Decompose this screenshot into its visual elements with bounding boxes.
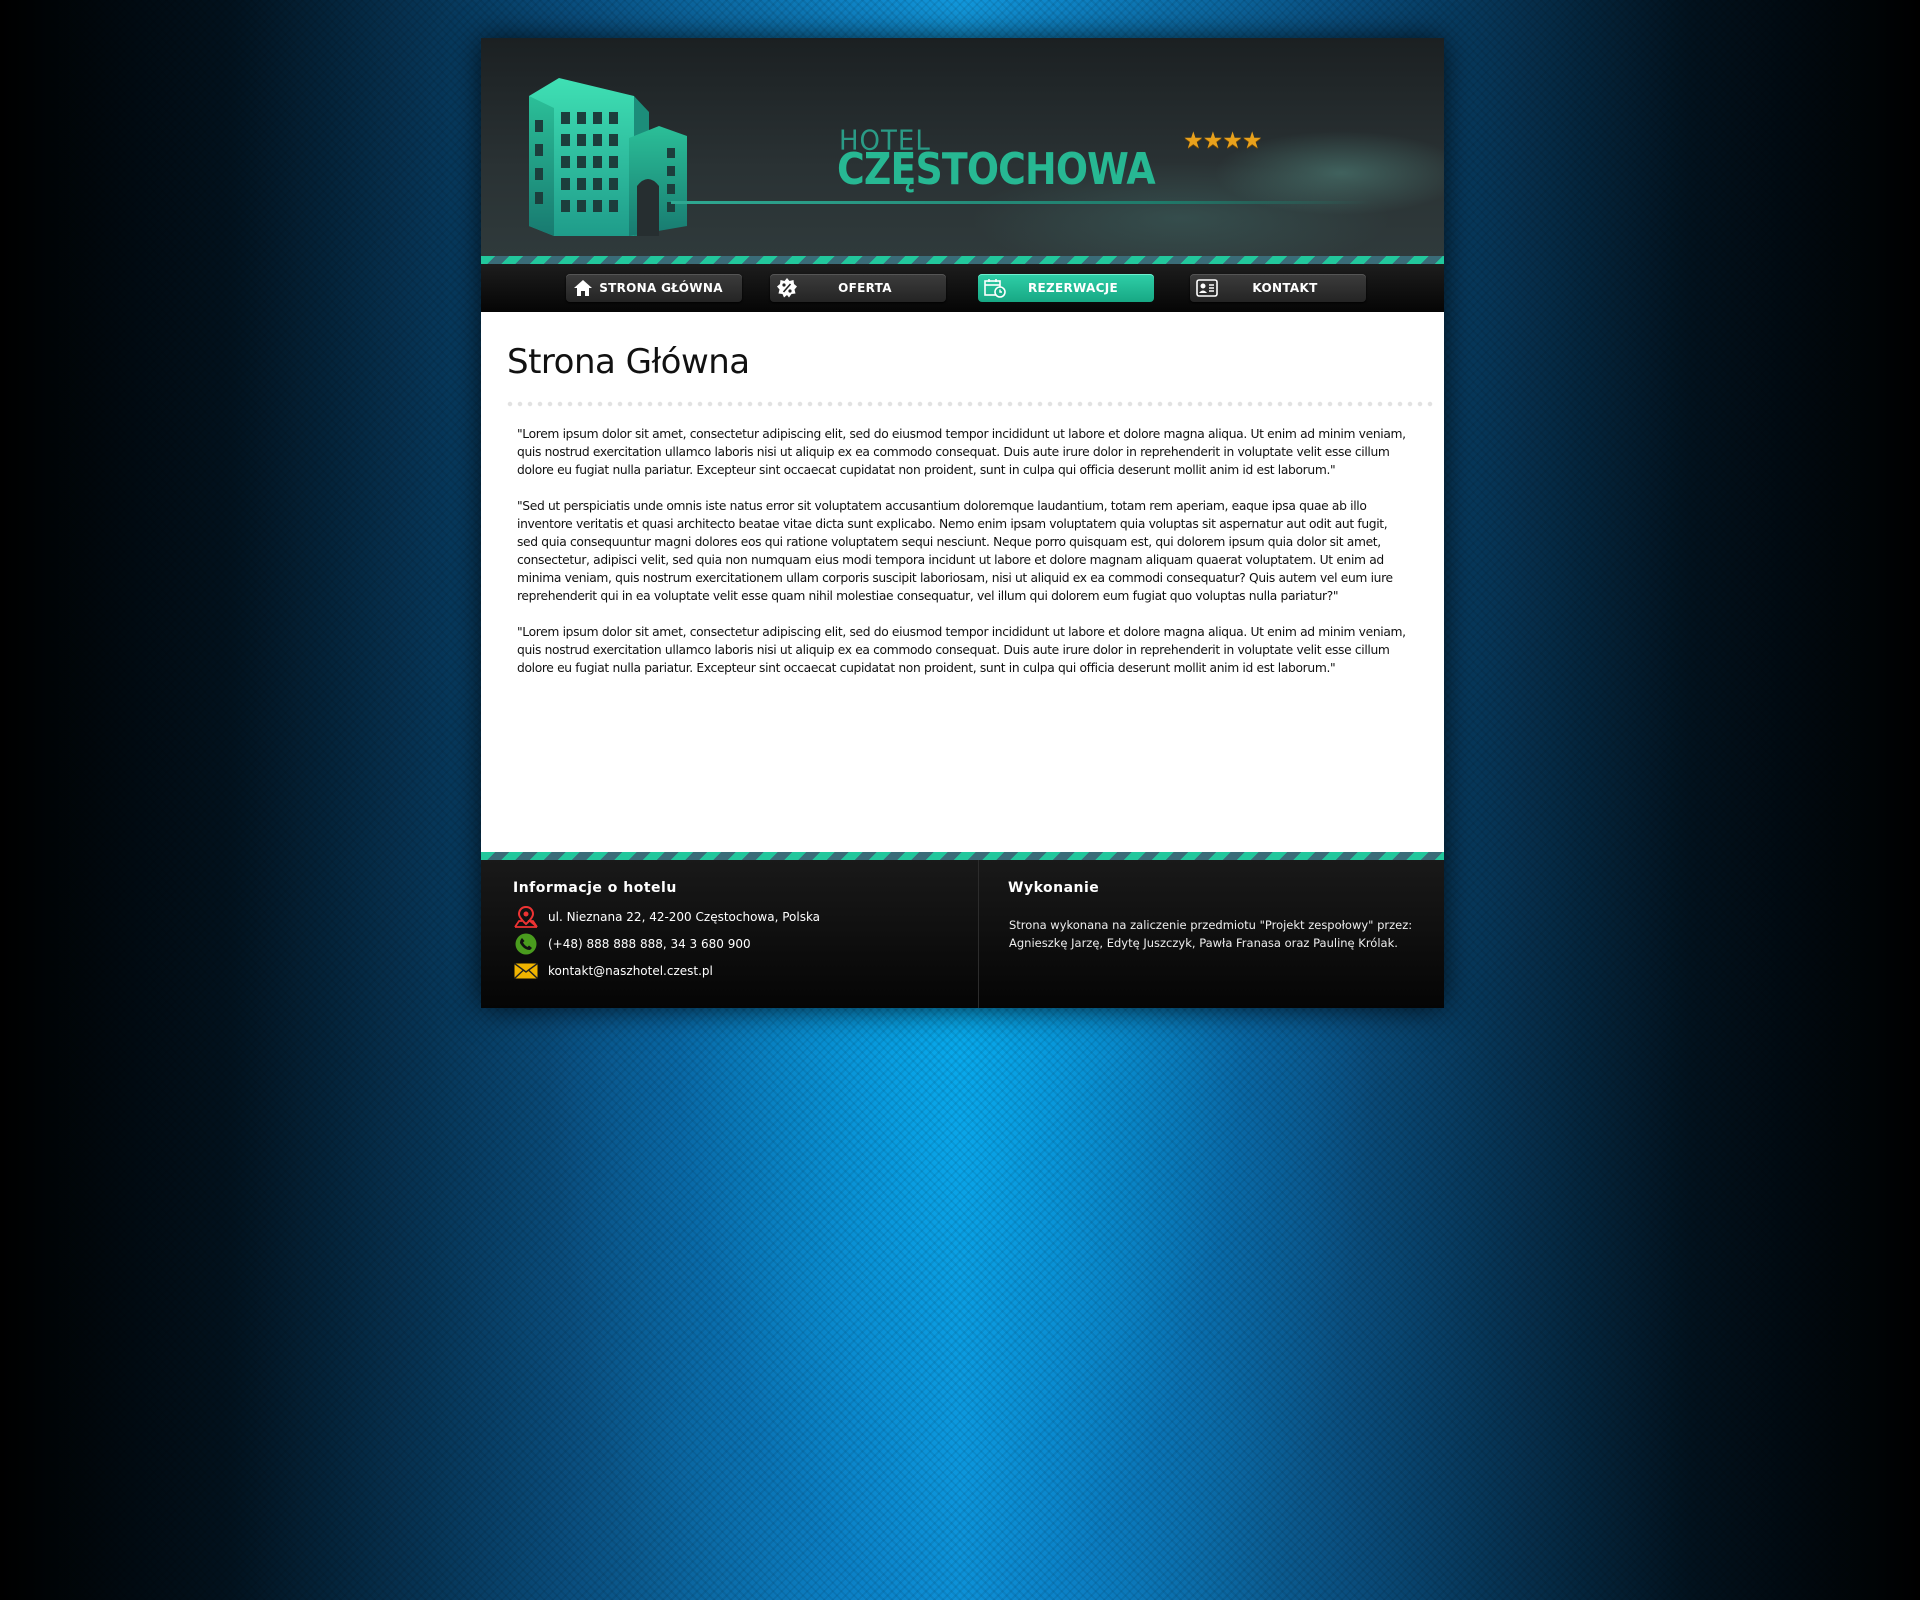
page-title: Strona Główna [507,342,750,382]
main-content: Strona Główna "Lorem ipsum dolor sit ame… [481,312,1444,852]
article-paragraph: "Lorem ipsum dolor sit amet, consectetur… [517,625,1406,675]
envelope-icon [514,959,538,983]
brand-underline [671,201,1371,204]
footer-phone-row: (+48) 888 888 888, 34 3 680 900 [514,932,751,956]
footer-stripe-divider [481,852,1444,860]
footer-address-row: ul. Nieznana 22, 42-200 Częstochowa, Pol… [514,905,820,929]
map-pin-icon [514,905,538,929]
article-paragraph: "Lorem ipsum dolor sit amet, consectetur… [517,427,1406,477]
calendar-clock-icon [984,277,1006,299]
nav-home-label: STRONA GŁÓWNA [599,281,723,295]
phone-icon [514,932,538,956]
footer-address-text: ul. Nieznana 22, 42-200 Częstochowa, Pol… [548,910,821,924]
footer-info-heading: Informacje o hotelu [513,880,677,896]
dotted-divider [505,401,1436,407]
brand-city-text: CZĘSTOCHOWA [837,144,1156,195]
main-navigation: STRONA GŁÓWNA OFERTA REZERWACJE KONTAKT [481,264,1444,312]
header-stripe-divider [481,256,1444,264]
nav-contact-label: KONTAKT [1252,281,1318,295]
nav-home-button[interactable]: STRONA GŁÓWNA [566,274,742,302]
nav-reservations-button[interactable]: REZERWACJE [978,274,1154,302]
page-wrapper: HOTEL CZĘSTOCHOWA ★★★★ STRONA GŁÓWNA OFE… [481,38,1444,1008]
percent-badge-icon [776,277,798,299]
hotel-building-logo [529,78,687,236]
site-header: HOTEL CZĘSTOCHOWA ★★★★ [481,38,1444,256]
footer-credits-text: Strona wykonana na zaliczenie przedmiotu… [1009,918,1413,950]
site-footer: Informacje o hotelu ul. Nieznana 22, 42-… [481,860,1444,1008]
article-body: "Lorem ipsum dolor sit amet, consectetur… [517,425,1410,695]
footer-info-column: Informacje o hotelu ul. Nieznana 22, 42-… [481,860,979,1008]
nav-contact-button[interactable]: KONTAKT [1190,274,1366,302]
article-paragraph: "Sed ut perspiciatis unde omnis iste nat… [517,499,1393,603]
footer-email-link[interactable]: kontakt@naszhotel.czest.pl [548,964,713,978]
nav-offer-button[interactable]: OFERTA [770,274,946,302]
footer-credits-column: Wykonanie Strona wykonana na zaliczenie … [979,860,1444,1008]
home-icon [572,277,594,299]
footer-email-row: kontakt@naszhotel.czest.pl [514,959,713,983]
footer-credits-heading: Wykonanie [1008,880,1100,896]
footer-phone-text: (+48) 888 888 888, 34 3 680 900 [548,937,751,951]
contact-card-icon [1196,277,1218,299]
nav-reservations-label: REZERWACJE [1027,281,1119,295]
nav-offer-label: OFERTA [838,281,892,295]
star-rating-icon: ★★★★ [1183,128,1262,154]
